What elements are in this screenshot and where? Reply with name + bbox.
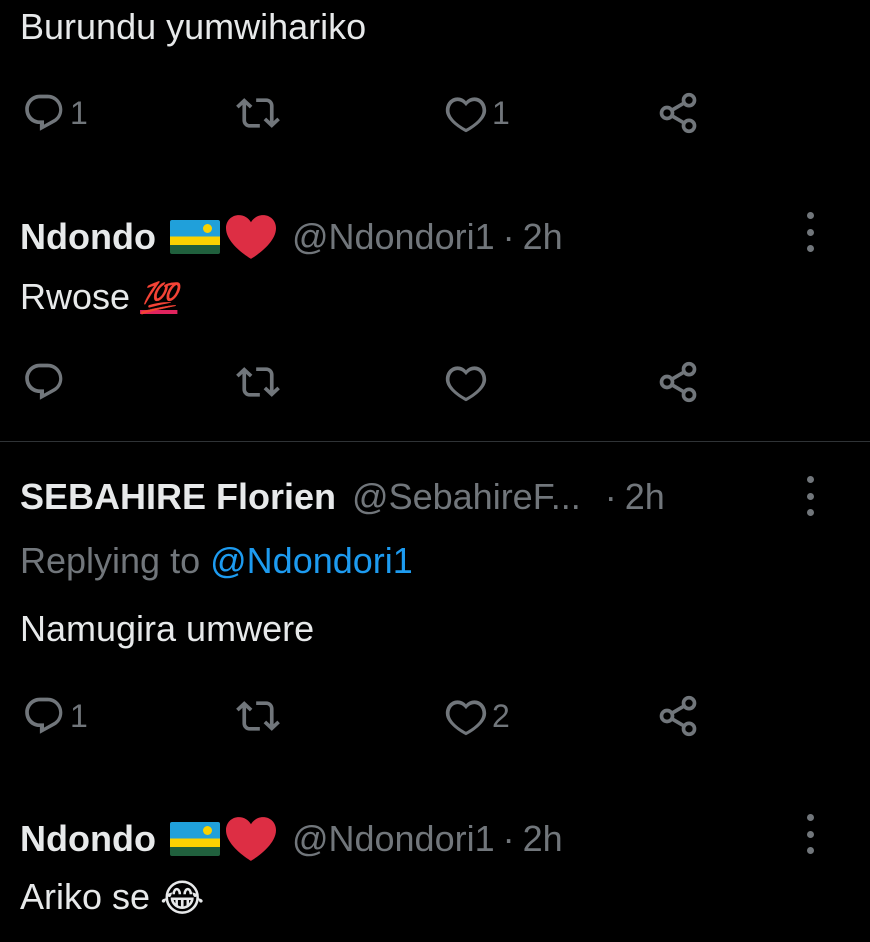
reply-icon — [25, 697, 63, 734]
share-icon — [659, 695, 697, 737]
tweet[interactable]: Ndondo @Ndondori1 · 2h Rwose 💯 — [0, 200, 870, 440]
laughing-emoji: 😂 — [160, 878, 205, 921]
tweet-actions — [0, 358, 870, 406]
share-icon — [659, 92, 697, 134]
share-button[interactable] — [656, 358, 700, 406]
retweet-button[interactable] — [236, 358, 284, 406]
author-name[interactable]: SEBAHIRE Florien — [20, 476, 336, 518]
retweet-button[interactable] — [236, 89, 284, 137]
share-button[interactable] — [656, 692, 700, 740]
like-button[interactable]: 2 — [444, 692, 510, 740]
rwanda-flag-icon — [169, 220, 220, 254]
reply-button[interactable]: 1 — [22, 692, 88, 740]
reply-count: 1 — [70, 697, 88, 734]
more-icon[interactable] — [802, 476, 818, 516]
replying-to: Replying to @Ndondori1 — [20, 540, 413, 582]
author-handle[interactable]: @Ndondori1 — [292, 216, 495, 258]
tweet-text: Burundu yumwihariko — [20, 6, 367, 47]
retweet-icon — [236, 367, 280, 397]
heart-icon — [445, 700, 487, 736]
tweet-header: Ndondo @Ndondori1 · 2h — [20, 816, 780, 862]
timestamp[interactable]: 2h — [523, 216, 563, 258]
author-handle[interactable]: @Ndondori1 — [292, 818, 495, 860]
author-name[interactable]: Ndondo — [20, 216, 156, 258]
share-icon — [659, 361, 697, 403]
more-icon[interactable] — [802, 814, 818, 854]
replying-to-label: Replying to — [20, 540, 201, 581]
reply-count: 1 — [70, 94, 88, 131]
tweet-header: Ndondo @Ndondori1 · 2h — [20, 214, 780, 260]
author-handle[interactable]: @SebahireF... — [352, 476, 581, 518]
replying-to-mention[interactable]: @Ndondori1 — [210, 540, 413, 581]
separator: · — [502, 216, 515, 257]
timestamp[interactable]: 2h — [523, 818, 563, 860]
share-button[interactable] — [656, 89, 700, 137]
tweet[interactable]: Burundu yumwihariko 1 1 — [0, 0, 870, 180]
separator: · — [502, 818, 515, 859]
like-count: 2 — [492, 697, 510, 734]
author-name[interactable]: Ndondo — [20, 818, 156, 860]
tweet-header: SEBAHIRE Florien @SebahireF... · 2h — [20, 476, 780, 518]
timestamp[interactable]: 2h — [625, 476, 665, 518]
like-button[interactable]: 1 — [444, 89, 510, 137]
more-icon[interactable] — [802, 212, 818, 252]
tweet-text-content: Rwose — [20, 276, 131, 317]
retweet-icon — [236, 701, 280, 731]
tweet-actions: 1 1 — [0, 89, 870, 137]
like-button[interactable] — [444, 358, 492, 406]
retweet-icon — [236, 98, 280, 128]
rwanda-flag-icon — [169, 822, 220, 856]
tweet-text: Rwose 💯 — [20, 276, 177, 320]
tweet-text: Ariko se 😂 — [20, 876, 204, 920]
reply-icon — [25, 363, 63, 400]
red-heart-icon — [225, 817, 276, 861]
tweet[interactable]: SEBAHIRE Florien @SebahireF... · 2h Repl… — [0, 442, 870, 782]
reply-button[interactable] — [22, 358, 70, 406]
heart-icon — [445, 366, 487, 402]
hundred-points-emoji: 💯 — [140, 282, 178, 316]
tweet[interactable]: Ndondo @Ndondori1 · 2h Ariko se 😂 — [0, 800, 870, 942]
retweet-button[interactable] — [236, 692, 284, 740]
tweet-text-content: Ariko se — [20, 876, 151, 917]
tweet-text: Namugira umwere — [20, 608, 315, 649]
reply-button[interactable]: 1 — [22, 89, 88, 137]
reply-icon — [25, 94, 63, 131]
heart-icon — [445, 97, 487, 133]
timeline: Burundu yumwihariko 1 1 Ndondo @Ndondori… — [0, 0, 870, 942]
like-count: 1 — [492, 94, 510, 131]
red-heart-icon — [225, 215, 276, 259]
tweet-actions: 1 2 — [0, 692, 870, 740]
separator: · — [604, 476, 617, 517]
